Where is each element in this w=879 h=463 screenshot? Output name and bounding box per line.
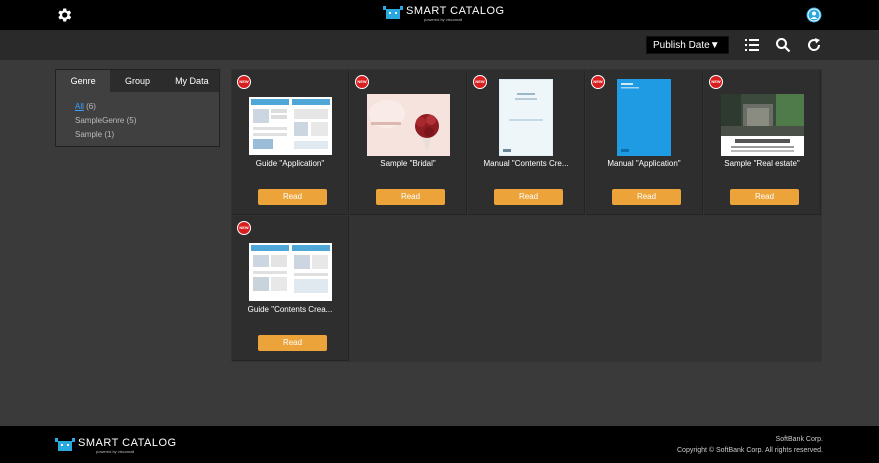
footer-company: SoftBank Corp. (775, 436, 823, 443)
catalog-thumbnail[interactable] (721, 94, 804, 156)
catalog-title: Manual "Contents Cre... (483, 159, 569, 168)
sort-select[interactable]: Publish Date▼ (646, 36, 729, 54)
toolbar: Publish Date▼ (0, 30, 879, 60)
catalog-title: Guide "Application" (255, 159, 325, 168)
footer-brand-name: SMART CATALOG (78, 437, 177, 449)
catalog-thumbnail[interactable] (249, 243, 332, 301)
genre-list: All (6) SampleGenre (5) Sample (1) (56, 92, 219, 142)
catalog-card[interactable]: NEW Guide "Application" Read (232, 70, 349, 215)
gear-icon[interactable] (55, 6, 73, 24)
genre-count: (6) (86, 102, 96, 111)
search-icon[interactable] (775, 37, 791, 53)
tab-genre[interactable]: Genre (56, 70, 111, 92)
read-button[interactable]: Read (258, 335, 327, 351)
brand-tagline: powered by viscomall (424, 17, 463, 22)
catalog-grid: NEW Guide "Application" Read NEW Sample … (231, 69, 822, 362)
catalog-card[interactable]: NEW Sample "Bridal" Read (350, 70, 467, 215)
catalog-title: Manual "Application" (607, 159, 681, 168)
read-button[interactable]: Read (612, 189, 681, 205)
catalog-thumbnail[interactable] (249, 97, 332, 155)
new-badge: NEW (473, 75, 487, 89)
catalog-thumbnail[interactable] (367, 94, 450, 156)
read-button[interactable]: Read (730, 189, 799, 205)
catalog-title: Sample "Real estate" (724, 159, 800, 168)
genre-name[interactable]: All (75, 102, 84, 111)
tab-group[interactable]: Group (110, 70, 165, 92)
genre-name[interactable]: Sample (75, 130, 102, 139)
catalog-card[interactable]: NEW Manual "Application" Read (586, 70, 703, 215)
filter-sidebar: Genre Group My Data All (6) SampleGenre … (55, 69, 220, 147)
catalog-logo-icon (383, 6, 403, 19)
new-badge: NEW (237, 75, 251, 89)
filter-tabs: Genre Group My Data (56, 70, 219, 92)
genre-count: (5) (126, 116, 137, 125)
catalog-card[interactable]: NEW Sample "Real estate" Read (704, 70, 821, 215)
new-badge: NEW (709, 75, 723, 89)
read-button[interactable]: Read (258, 189, 327, 205)
genre-count: (1) (104, 130, 115, 139)
genre-name[interactable]: SampleGenre (75, 116, 124, 125)
catalog-title: Guide "Contents Crea... (247, 305, 333, 314)
catalog-thumbnail[interactable] (617, 79, 671, 156)
brand-logo: SMART CATALOG powered by viscomall (383, 5, 505, 25)
new-badge: NEW (591, 75, 605, 89)
brand-name: SMART CATALOG (406, 5, 505, 17)
new-badge: NEW (355, 75, 369, 89)
footer-copyright: Copyright © SoftBank Corp. All rights re… (677, 447, 823, 454)
tab-my-data[interactable]: My Data (164, 70, 219, 92)
catalog-card[interactable]: NEW Guide "Contents Crea... Read (232, 216, 349, 361)
genre-item-all[interactable]: All (6) (75, 100, 219, 114)
catalog-card[interactable]: NEW Manual "Contents Cre... Read (468, 70, 585, 215)
footer-brand-logo: SMART CATALOG powered by viscomall (55, 437, 177, 454)
genre-item-samplegenre[interactable]: SampleGenre (5) (75, 114, 219, 128)
catalog-logo-icon (55, 438, 75, 451)
user-icon[interactable] (806, 7, 822, 23)
footer: SMART CATALOG powered by viscomall SoftB… (0, 426, 879, 463)
footer-brand-tagline: powered by viscomall (96, 449, 135, 454)
genre-item-sample[interactable]: Sample (1) (75, 128, 219, 142)
catalog-title: Sample "Bridal" (380, 159, 436, 168)
catalog-thumbnail[interactable] (499, 79, 553, 156)
read-button[interactable]: Read (376, 189, 445, 205)
refresh-icon[interactable] (806, 37, 822, 53)
read-button[interactable]: Read (494, 189, 563, 205)
list-view-icon[interactable] (744, 37, 760, 53)
top-bar: SMART CATALOG powered by viscomall (0, 0, 879, 30)
new-badge: NEW (237, 221, 251, 235)
